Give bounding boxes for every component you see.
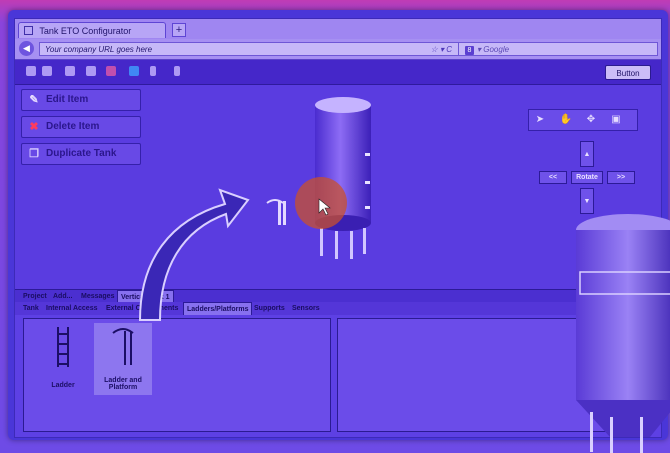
duplicate-tank-button[interactable]: ❐ Duplicate Tank [21, 143, 141, 165]
pointer-icon[interactable]: ➤ [533, 113, 547, 127]
tab-internal-access[interactable]: Internal Access [46, 302, 98, 315]
component-palette: Ladder Ladder and Platform [23, 318, 331, 432]
info-icon[interactable] [129, 66, 139, 76]
move-icon[interactable]: ✥ [584, 113, 598, 127]
browser-tab-bar: Tank ETO Configurator + [15, 19, 661, 39]
pdf-icon[interactable] [106, 66, 116, 76]
ladder-icon [57, 327, 69, 367]
print-icon[interactable] [65, 66, 75, 76]
tab-sensors[interactable]: Sensors [292, 302, 320, 315]
search-engine-icon[interactable]: 8 [465, 46, 474, 55]
delete-item-label: Delete Item [46, 121, 100, 132]
search-field[interactable]: 8 ▾ Google [458, 42, 658, 56]
url-icons: ☆ ▾ C [430, 45, 452, 54]
hand-icon[interactable]: ✋ [559, 113, 573, 127]
people-icon[interactable] [86, 66, 96, 76]
tab-tank[interactable]: Tank [23, 302, 39, 315]
rotate-button[interactable]: Rotate [571, 171, 603, 184]
rotate-left-button[interactable]: << [539, 171, 567, 184]
tank-scene [266, 97, 371, 259]
project-tabs: Project Add... Messages Vertical Tank 1 [15, 289, 661, 303]
browser-window: Tank ETO Configurator + ◀ Your company U… [14, 18, 662, 438]
new-tab-button[interactable]: + [172, 23, 186, 37]
upload-icon[interactable] [174, 66, 180, 76]
url-text: Your company URL goes here [45, 45, 153, 54]
browser-nav-bar: ◀ Your company URL goes here ☆ ▾ C 8 ▾ Go… [15, 39, 661, 60]
rotate-down-button[interactable]: ▼ [580, 188, 594, 214]
ladder-platform-item[interactable]: Ladder and Platform [94, 323, 152, 395]
url-field[interactable]: Your company URL goes here ☆ ▾ C [39, 42, 459, 56]
ladder-label: Ladder [51, 382, 75, 389]
rotate-right-button[interactable]: >> [607, 171, 635, 184]
rotate-up-button[interactable]: ▲ [580, 141, 594, 167]
download-icon[interactable] [150, 66, 156, 76]
app-toolbar: Button [15, 60, 661, 85]
delete-item-button[interactable]: ✖ Delete Item [21, 116, 141, 138]
folder-icon[interactable] [26, 66, 36, 76]
configurator-app: Button ✎ Edit Item ✖ Delete Item ❐ Dupli… [15, 60, 661, 437]
delete-icon: ✖ [29, 121, 39, 133]
duplicate-tank-label: Duplicate Tank [46, 148, 117, 159]
save-icon[interactable] [42, 66, 52, 76]
edit-item-label: Edit Item [46, 94, 89, 105]
edit-icon: ✎ [29, 94, 39, 106]
component-tabs: Tank Internal Access External Components… [15, 302, 661, 315]
camera-icon[interactable]: ▣ [609, 113, 623, 127]
ladder-platform-label: Ladder and Platform [104, 377, 142, 391]
back-button[interactable]: ◀ [19, 41, 34, 56]
toolbar-button[interactable]: Button [605, 65, 651, 80]
search-placeholder: Google [483, 45, 510, 54]
ladder-platform-icon [112, 328, 134, 365]
view-tools: ➤ ✋ ✥ ▣ [528, 109, 638, 131]
edit-item-button[interactable]: ✎ Edit Item [21, 89, 141, 111]
browser-tab[interactable]: Tank ETO Configurator [18, 22, 166, 38]
browser-tab-title: Tank ETO Configurator [39, 26, 132, 36]
ladder-platform-model [266, 199, 286, 225]
page-icon [24, 26, 33, 35]
3d-viewport[interactable]: ✎ Edit Item ✖ Delete Item ❐ Duplicate Ta… [15, 85, 661, 289]
curved-arrow-graphic [138, 188, 250, 321]
tank-photo [576, 214, 670, 453]
ladder-item[interactable]: Ladder [34, 323, 92, 393]
duplicate-icon: ❐ [29, 148, 39, 160]
